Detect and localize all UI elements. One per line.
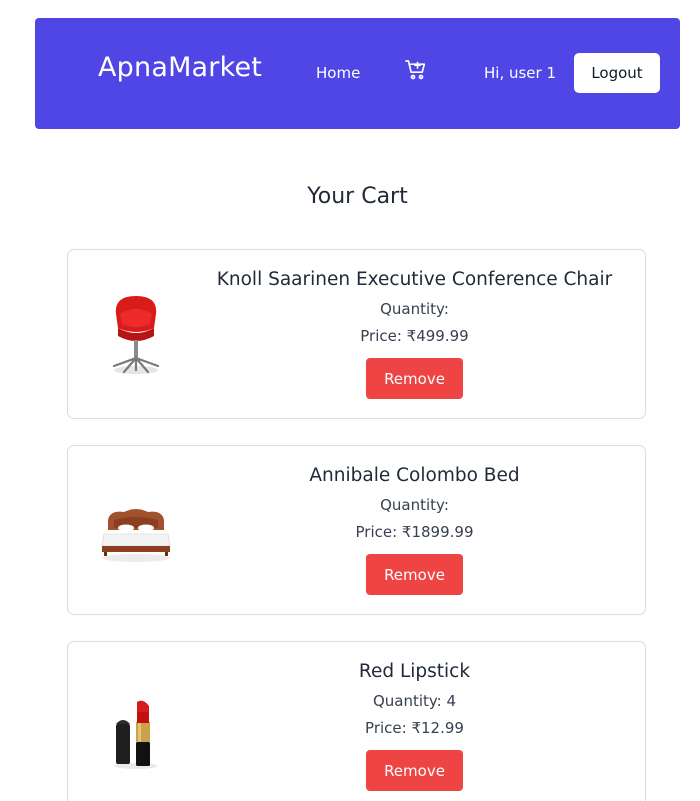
remove-button[interactable]: Remove xyxy=(366,554,463,595)
cart-item-card: Knoll Saarinen Executive Conference Chai… xyxy=(67,249,646,419)
cart-page: ApnaMarket Home Hi, user 1 Logout Your C… xyxy=(0,0,700,801)
user-greeting: Hi, user 1 xyxy=(484,64,557,82)
cart-item-details: Red Lipstick Quantity: 4 Price: ₹12.99 R… xyxy=(184,658,645,791)
cart-plus-icon[interactable] xyxy=(404,58,428,82)
brand-logo[interactable]: ApnaMarket xyxy=(98,52,262,83)
product-name[interactable]: Knoll Saarinen Executive Conference Chai… xyxy=(184,266,645,294)
cart-item-details: Knoll Saarinen Executive Conference Chai… xyxy=(184,266,645,399)
cart-item-card: Red Lipstick Quantity: 4 Price: ₹12.99 R… xyxy=(67,641,646,801)
logout-button[interactable]: Logout xyxy=(574,53,660,93)
navbar: ApnaMarket Home Hi, user 1 Logout xyxy=(35,18,680,129)
remove-button[interactable]: Remove xyxy=(366,750,463,791)
product-image-chair xyxy=(96,290,176,380)
nav-home-link[interactable]: Home xyxy=(316,64,360,82)
product-quantity: Quantity: xyxy=(380,300,449,318)
product-price: Price: ₹499.99 xyxy=(360,327,469,345)
product-price: Price: ₹1899.99 xyxy=(355,523,474,541)
product-name[interactable]: Annibale Colombo Bed xyxy=(184,462,645,490)
remove-button[interactable]: Remove xyxy=(366,358,463,399)
product-price: Price: ₹12.99 xyxy=(365,719,464,737)
product-image-lipstick xyxy=(96,682,176,772)
cart-item-details: Annibale Colombo Bed Quantity: Price: ₹1… xyxy=(184,462,645,595)
product-image-bed xyxy=(96,486,176,576)
product-quantity: Quantity: 4 xyxy=(372,692,457,710)
product-name[interactable]: Red Lipstick xyxy=(184,658,645,686)
page-title: Your Cart xyxy=(307,184,408,209)
product-quantity: Quantity: xyxy=(380,496,449,514)
cart-item-card: Annibale Colombo Bed Quantity: Price: ₹1… xyxy=(67,445,646,615)
